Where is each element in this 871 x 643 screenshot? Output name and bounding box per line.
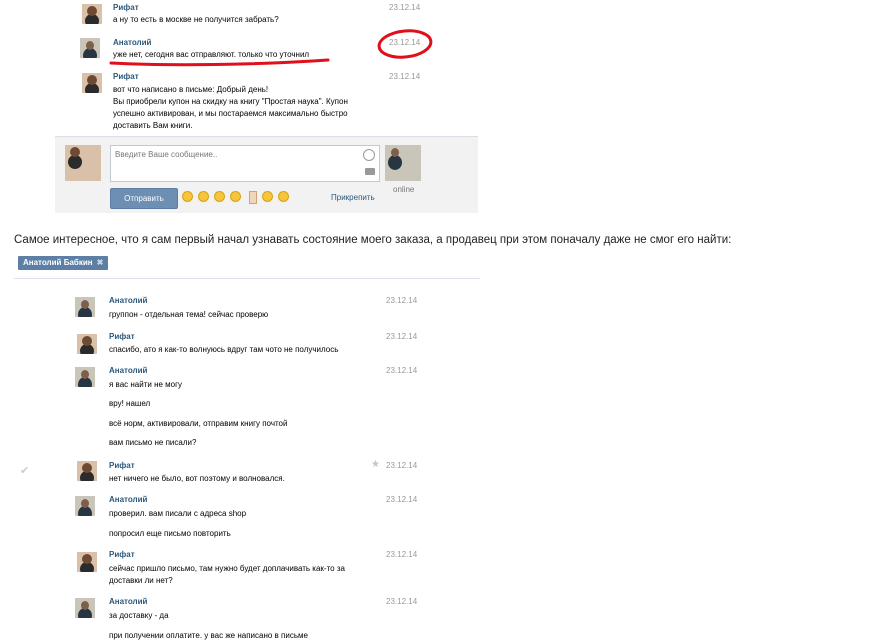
message-text: вам письмо не писали? (109, 438, 197, 447)
close-icon[interactable]: ✖ (97, 258, 104, 267)
emoji-happy-icon[interactable] (262, 191, 273, 202)
message-input-placeholder: Введите Ваше сообщение.. (115, 150, 218, 159)
author-name[interactable]: Рифат (113, 3, 139, 12)
message-text: нет ничего не было, вот поэтому и волнов… (109, 474, 285, 483)
avatar[interactable] (82, 73, 102, 93)
author-name[interactable]: Анатолий (109, 597, 147, 606)
tag-label: Анатолий Бабкин (23, 258, 93, 267)
emoji-grin-icon[interactable] (198, 191, 209, 202)
message-text: сейчас пришло письмо, там нужно будет до… (109, 564, 345, 573)
online-status: online (393, 185, 415, 194)
message-text: а ну то есть в москве не получится забра… (113, 15, 279, 24)
emoji-laugh-icon[interactable] (214, 191, 225, 202)
message-date: 23.12.14 (389, 72, 421, 81)
smiley-icon[interactable] (363, 149, 375, 161)
emoji-big-smile-icon[interactable] (278, 191, 289, 202)
author-name[interactable]: Анатолий (109, 495, 147, 504)
my-avatar[interactable] (65, 145, 101, 181)
message-date: 23.12.14 (386, 366, 418, 375)
message-text: при получении оплатите. у вас же написан… (109, 631, 308, 640)
thumbs-up-icon[interactable] (249, 191, 257, 204)
avatar[interactable] (80, 38, 100, 58)
post-caption: Самое интересное, что я сам первый начал… (14, 234, 732, 246)
author-name[interactable]: Рифат (109, 461, 135, 470)
message-input[interactable]: Введите Ваше сообщение.. (110, 145, 380, 182)
divider (14, 278, 480, 279)
avatar[interactable] (82, 4, 102, 24)
message-text: вот что написано в письме: Добрый день! (113, 85, 269, 94)
message-text: попросил еще письмо повторить (109, 529, 231, 538)
attach-link[interactable]: Прикрепить (331, 193, 375, 202)
author-name[interactable]: Анатолий (109, 366, 147, 375)
red-underline-annotation (109, 58, 330, 67)
message-text: доставить Вам книги. (113, 121, 193, 130)
send-button[interactable]: Отправить (110, 188, 178, 209)
camera-icon[interactable] (365, 168, 375, 175)
emoji-wink-icon[interactable] (230, 191, 241, 202)
message-text: спасибо, ато я как-то волнуюсь вдруг там… (109, 345, 339, 354)
message-date: 23.12.14 (386, 495, 418, 504)
avatar[interactable] (75, 297, 95, 317)
message-text: вру! нашел (109, 399, 151, 408)
avatar[interactable] (77, 334, 97, 354)
author-name[interactable]: Анатолий (113, 38, 151, 47)
avatar[interactable] (75, 496, 95, 516)
message-text: за доставку - да (109, 611, 169, 620)
bottom-chat: Анатолий 23.12.14 группон - отдельная те… (0, 280, 480, 643)
avatar[interactable] (75, 367, 95, 387)
author-name[interactable]: Рифат (109, 550, 135, 559)
emoji-smile-icon[interactable] (182, 191, 193, 202)
message-date: 23.12.14 (389, 3, 421, 12)
dialog-tag[interactable]: Анатолий Бабкин ✖ (18, 256, 109, 270)
recipient-avatar[interactable] (385, 145, 421, 181)
top-chat: Рифат 23.12.14 а ну то есть в москве не … (0, 0, 480, 215)
star-icon[interactable]: ★ (371, 459, 380, 470)
avatar[interactable] (77, 461, 97, 481)
red-circle-annotation (377, 29, 433, 59)
message-date: 23.12.14 (386, 332, 418, 341)
message-date: 23.12.14 (386, 550, 418, 559)
avatar[interactable] (77, 552, 97, 572)
author-name[interactable]: Рифат (109, 332, 135, 341)
message-composer: Введите Ваше сообщение.. online Отправит… (55, 136, 478, 213)
author-name[interactable]: Рифат (113, 72, 139, 81)
author-name[interactable]: Анатолий (109, 296, 147, 305)
message-date: 23.12.14 (386, 461, 418, 470)
avatar[interactable] (75, 598, 95, 618)
message-text: всё норм, активировали, отправим книгу п… (109, 419, 288, 428)
message-text: я вас найти не могу (109, 380, 183, 389)
message-text: Вы приобрели купон на скидку на книгу "П… (113, 97, 348, 106)
message-text: успешно активирован, и мы постараемся ма… (113, 109, 348, 118)
checkmark-icon[interactable]: ✔ (20, 464, 29, 477)
message-text: проверил. вам писали с адреса shop (109, 509, 247, 518)
message-date: 23.12.14 (386, 296, 418, 305)
message-date: 23.12.14 (386, 597, 418, 606)
message-text: доставки ли нет? (109, 576, 173, 585)
message-text: группон - отдельная тема! сейчас проверю (109, 310, 269, 319)
